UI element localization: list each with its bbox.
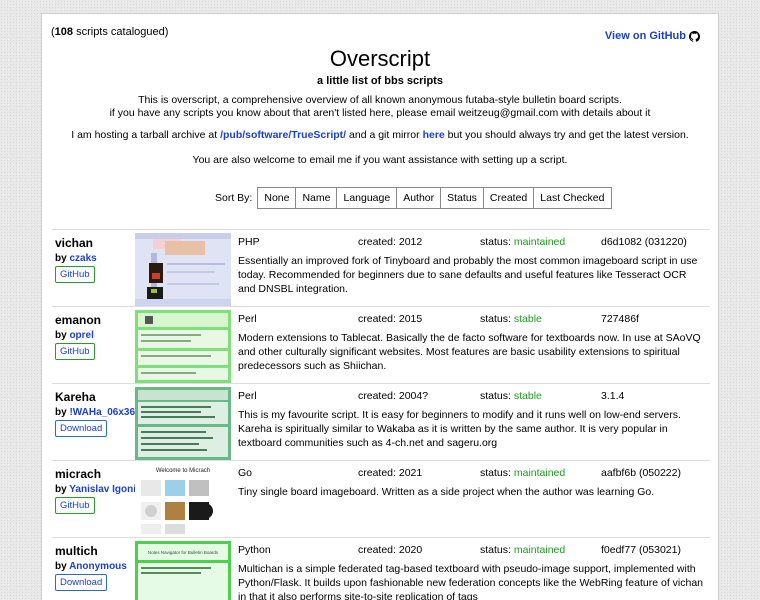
archive-text: I am hosting a tarball archive at /pub/s… xyxy=(71,129,689,141)
script-entry-emanon: emanon by oprel GitHub Perl created: 201… xyxy=(52,306,710,383)
sort-label: Sort By: xyxy=(215,192,253,204)
script-description: This is my favourite script. It is easy … xyxy=(238,409,681,449)
github-button[interactable]: GitHub xyxy=(55,343,95,360)
author-link[interactable]: oprel xyxy=(69,330,93,341)
script-language: Go xyxy=(238,467,253,479)
script-version: d6d1082 (031220) xyxy=(601,236,687,248)
script-author-line: by czaks xyxy=(55,253,97,264)
sort-last-checked-button[interactable]: Last Checked xyxy=(533,187,612,209)
script-language: PHP xyxy=(238,236,260,248)
script-entry-kareha: Kareha by !WAHa_06x36 Download Perl crea… xyxy=(52,383,710,460)
script-description: Modern extensions to Tablecat. Basically… xyxy=(238,332,701,372)
script-created: created: 2020 xyxy=(358,544,423,556)
email-assistance-text: You are also welcome to email me if you … xyxy=(192,154,568,166)
script-description: Essentially an improved fork of Tinyboar… xyxy=(238,255,698,295)
screenshot-thumbnail[interactable]: Welcome to Micrach xyxy=(135,464,231,537)
script-name: vichan xyxy=(55,236,94,250)
intro-line-2: if you have any scripts you know about t… xyxy=(109,107,651,119)
script-created: created: 2021 xyxy=(358,467,423,479)
screenshot-thumbnail[interactable] xyxy=(135,310,231,383)
script-created: created: 2004? xyxy=(358,390,429,402)
script-count: (108 scripts catalogued) xyxy=(51,26,169,38)
view-on-github-link[interactable]: View on GitHub xyxy=(605,30,700,42)
intro-line-1: This is overscript, a comprehensive over… xyxy=(138,94,622,106)
github-button[interactable]: GitHub xyxy=(55,266,95,283)
script-language: Python xyxy=(238,544,271,556)
script-name: Kareha xyxy=(55,390,96,404)
script-version: 3.1.4 xyxy=(601,390,625,402)
status-value: maintained xyxy=(513,236,566,248)
screenshot-thumbnail[interactable]: Notes Navigator for Bulletin Boards xyxy=(135,541,231,600)
script-created: created: 2012 xyxy=(358,236,423,248)
script-author-line: by !WAHa_06x36 xyxy=(55,407,136,418)
github-icon xyxy=(689,30,700,42)
script-entry-multich: multich by Anonymous Download Notes Navi… xyxy=(52,537,710,600)
script-name: micrach xyxy=(55,467,102,481)
script-version: aafbf6b (050222) xyxy=(601,467,681,479)
script-status: status: maintained xyxy=(480,236,566,248)
script-status: status: stable xyxy=(480,390,542,402)
script-language: Perl xyxy=(238,390,257,402)
git-mirror-link[interactable]: here xyxy=(423,129,445,141)
script-description: Multichan is a simple federated tag-base… xyxy=(238,563,704,600)
download-button[interactable]: Download xyxy=(55,574,108,591)
view-on-github-label: View on GitHub xyxy=(604,30,686,42)
thumbnail-caption: Welcome to Micrach xyxy=(156,468,210,474)
author-link[interactable]: czaks xyxy=(69,253,96,264)
sort-language-button[interactable]: Language xyxy=(336,187,398,209)
script-name: emanon xyxy=(55,313,102,327)
sort-none-button[interactable]: None xyxy=(257,187,297,209)
script-version: 727486f xyxy=(601,313,639,325)
screenshot-thumbnail[interactable] xyxy=(135,387,231,460)
script-author-line: by Yanislav Igonin xyxy=(55,484,143,495)
status-value: stable xyxy=(513,390,542,402)
author-link[interactable]: !WAHa_06x36 xyxy=(69,407,135,418)
script-author-line: by oprel xyxy=(55,330,94,341)
script-version: f0edf77 (053021) xyxy=(601,544,681,556)
page-container: (108 scripts catalogued) View on GitHub … xyxy=(41,13,719,600)
status-value: maintained xyxy=(513,544,566,556)
script-entry-micrach: micrach by Yanislav Igonin GitHub Welcom… xyxy=(52,460,710,537)
sort-name-button[interactable]: Name xyxy=(295,187,338,209)
author-link[interactable]: Yanislav Igonin xyxy=(69,484,142,495)
script-created: created: 2015 xyxy=(358,313,423,325)
status-value: maintained xyxy=(513,467,566,479)
sort-author-button[interactable]: Author xyxy=(396,187,442,209)
download-button[interactable]: Download xyxy=(55,420,108,437)
script-count-number: 108 xyxy=(54,26,74,38)
github-button[interactable]: GitHub xyxy=(55,497,95,514)
script-status: status: maintained xyxy=(480,467,566,479)
screenshot-thumbnail[interactable] xyxy=(135,233,231,306)
script-status: status: stable xyxy=(480,313,542,325)
script-description: Tiny single board imageboard. Written as… xyxy=(238,486,655,498)
sort-status-button[interactable]: Status xyxy=(440,187,484,209)
sort-bar: Sort By: None Name Language Author Statu… xyxy=(215,187,612,209)
script-entry-vichan: vichan by czaks GitHub PHP created: 2012… xyxy=(52,229,710,306)
sort-created-button[interactable]: Created xyxy=(482,187,535,209)
author-link[interactable]: Anonymous xyxy=(69,561,127,572)
script-language: Perl xyxy=(238,313,257,325)
page-title: Overscript xyxy=(329,46,431,71)
status-value: stable xyxy=(513,313,542,325)
thumbnail-caption: Notes Navigator for Bulletin Boards xyxy=(148,550,219,555)
intro-text: This is overscript, a comprehensive over… xyxy=(42,94,718,120)
script-status: status: maintained xyxy=(480,544,566,556)
script-name: multich xyxy=(55,544,98,558)
page-subtitle: a little list of bbs scripts xyxy=(317,75,443,87)
archive-link[interactable]: /pub/software/TrueScript/ xyxy=(220,129,346,141)
script-author-line: by Anonymous xyxy=(55,561,127,572)
script-list: vichan by czaks GitHub PHP created: 2012… xyxy=(52,229,710,600)
